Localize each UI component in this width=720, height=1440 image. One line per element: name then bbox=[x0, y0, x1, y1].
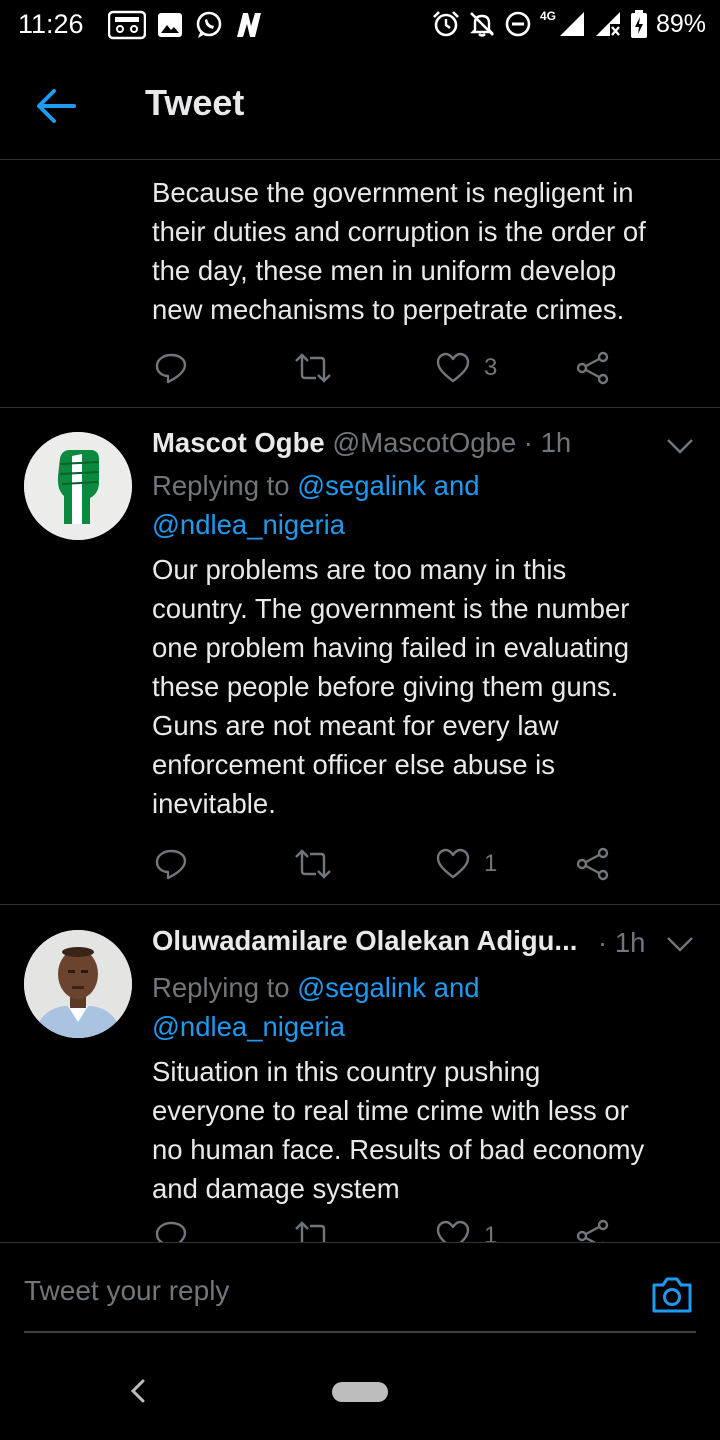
retweet-button[interactable] bbox=[294, 348, 332, 388]
share-button[interactable] bbox=[576, 1216, 610, 1242]
mention-link[interactable]: @ndlea_nigeria bbox=[152, 509, 345, 540]
battery-percent: 89% bbox=[655, 9, 706, 38]
tweet-actions: 1 bbox=[152, 844, 632, 884]
share-icon bbox=[576, 1219, 609, 1242]
heart-icon bbox=[436, 352, 470, 383]
tweet-text: Our problems are too many in this countr… bbox=[152, 554, 630, 819]
signal-no-data-icon bbox=[595, 12, 620, 36]
retweet-button[interactable] bbox=[294, 844, 332, 884]
whatsapp-icon bbox=[196, 11, 222, 38]
tweet-actions: 1 bbox=[152, 1216, 632, 1242]
reply-button[interactable] bbox=[154, 348, 188, 388]
share-icon bbox=[576, 351, 609, 385]
do-not-disturb-icon bbox=[505, 11, 531, 37]
retweet-icon bbox=[295, 353, 331, 383]
alarm-icon bbox=[433, 11, 459, 37]
reply-input[interactable] bbox=[24, 1271, 584, 1311]
share-button[interactable] bbox=[576, 844, 610, 884]
tweet-header: Mascot Ogbe @MascotOgbe · 1h bbox=[152, 427, 622, 467]
reply-button[interactable] bbox=[154, 1216, 188, 1242]
like-button[interactable]: 1 bbox=[436, 844, 497, 884]
battery-charging-icon bbox=[630, 10, 647, 38]
reply-thread[interactable]: Because the government is negligent in t… bbox=[0, 161, 720, 1242]
heart-icon bbox=[436, 1220, 470, 1242]
tweet-item[interactable]: Mascot Ogbe @MascotOgbe · 1h Replying to… bbox=[0, 408, 720, 905]
status-bar: 11:26 4G 89% bbox=[0, 0, 720, 52]
radio-app-icon bbox=[108, 10, 146, 40]
chevron-down-icon[interactable] bbox=[666, 436, 694, 456]
tweet-meta: · 1h bbox=[598, 927, 645, 959]
reply-icon bbox=[155, 1221, 187, 1242]
like-button[interactable]: 3 bbox=[436, 348, 497, 388]
tweet-item[interactable]: Because the government is negligent in t… bbox=[0, 161, 720, 408]
like-count: 1 bbox=[484, 1222, 498, 1242]
reply-icon bbox=[155, 353, 187, 384]
status-time: 11:26 bbox=[18, 9, 84, 39]
like-button[interactable]: 1 bbox=[436, 1216, 497, 1242]
mention-link[interactable]: @segalink and bbox=[297, 470, 479, 501]
profile-photo-image bbox=[24, 930, 132, 1038]
news-app-icon bbox=[237, 13, 261, 37]
tweet-time: 1h bbox=[540, 427, 572, 458]
reply-button[interactable] bbox=[154, 844, 188, 884]
system-navigation-bar bbox=[0, 1334, 720, 1440]
notification-icons bbox=[108, 10, 264, 40]
page-title: Tweet bbox=[145, 82, 245, 123]
replying-to: Replying to @segalink and @ndlea_nigeria bbox=[152, 968, 712, 1046]
retweet-icon bbox=[295, 849, 331, 879]
retweet-icon bbox=[295, 1221, 326, 1242]
share-icon bbox=[576, 847, 609, 881]
mention-link[interactable]: @segalink and bbox=[297, 972, 479, 1003]
system-icons: 4G 89% bbox=[432, 9, 706, 39]
replying-to-label: Replying to bbox=[152, 972, 298, 1003]
input-underline bbox=[24, 1331, 696, 1333]
top-app-bar: Tweet bbox=[0, 52, 720, 160]
nav-back-icon[interactable] bbox=[126, 1378, 150, 1404]
image-icon bbox=[158, 13, 182, 37]
avatar[interactable] bbox=[24, 432, 132, 540]
signal-icon bbox=[559, 12, 584, 36]
tweet-item[interactable]: Oluwadamilare Olalekan Adigu... · 1h Rep… bbox=[0, 906, 720, 1242]
share-button[interactable] bbox=[576, 348, 610, 388]
tweet-header: Oluwadamilare Olalekan Adigu... bbox=[152, 925, 622, 965]
reply-composer bbox=[0, 1242, 720, 1334]
back-arrow-icon[interactable] bbox=[34, 86, 78, 126]
separator-dot: · bbox=[598, 927, 608, 958]
mute-bell-icon bbox=[470, 12, 494, 37]
avatar[interactable] bbox=[24, 930, 132, 1038]
tweet-time: 1h bbox=[614, 927, 646, 958]
tweet-text: Because the government is negligent in t… bbox=[152, 177, 646, 325]
camera-icon[interactable] bbox=[650, 1275, 694, 1315]
network-type: 4G bbox=[539, 9, 556, 23]
reply-icon bbox=[155, 849, 187, 880]
heart-icon bbox=[436, 848, 470, 879]
raised-fist-flag-image bbox=[24, 432, 132, 540]
author-name[interactable]: Oluwadamilare Olalekan Adigu... bbox=[152, 925, 577, 956]
mention-link[interactable]: @ndlea_nigeria bbox=[152, 1011, 345, 1042]
like-count: 1 bbox=[484, 850, 498, 877]
tweet-actions: 3 bbox=[152, 348, 632, 388]
replying-to: Replying to @segalink and @ndlea_nigeria bbox=[152, 466, 712, 544]
author-name[interactable]: Mascot Ogbe bbox=[152, 427, 325, 458]
chevron-down-icon[interactable] bbox=[666, 934, 694, 954]
home-pill[interactable] bbox=[332, 1382, 388, 1402]
replying-to-label: Replying to bbox=[152, 470, 298, 501]
separator-dot: · bbox=[516, 427, 541, 458]
author-handle[interactable]: @MascotOgbe bbox=[332, 427, 516, 458]
like-count: 3 bbox=[484, 354, 498, 381]
tweet-text: Situation in this country pushing everyo… bbox=[152, 1056, 645, 1204]
retweet-button[interactable] bbox=[294, 1216, 332, 1242]
